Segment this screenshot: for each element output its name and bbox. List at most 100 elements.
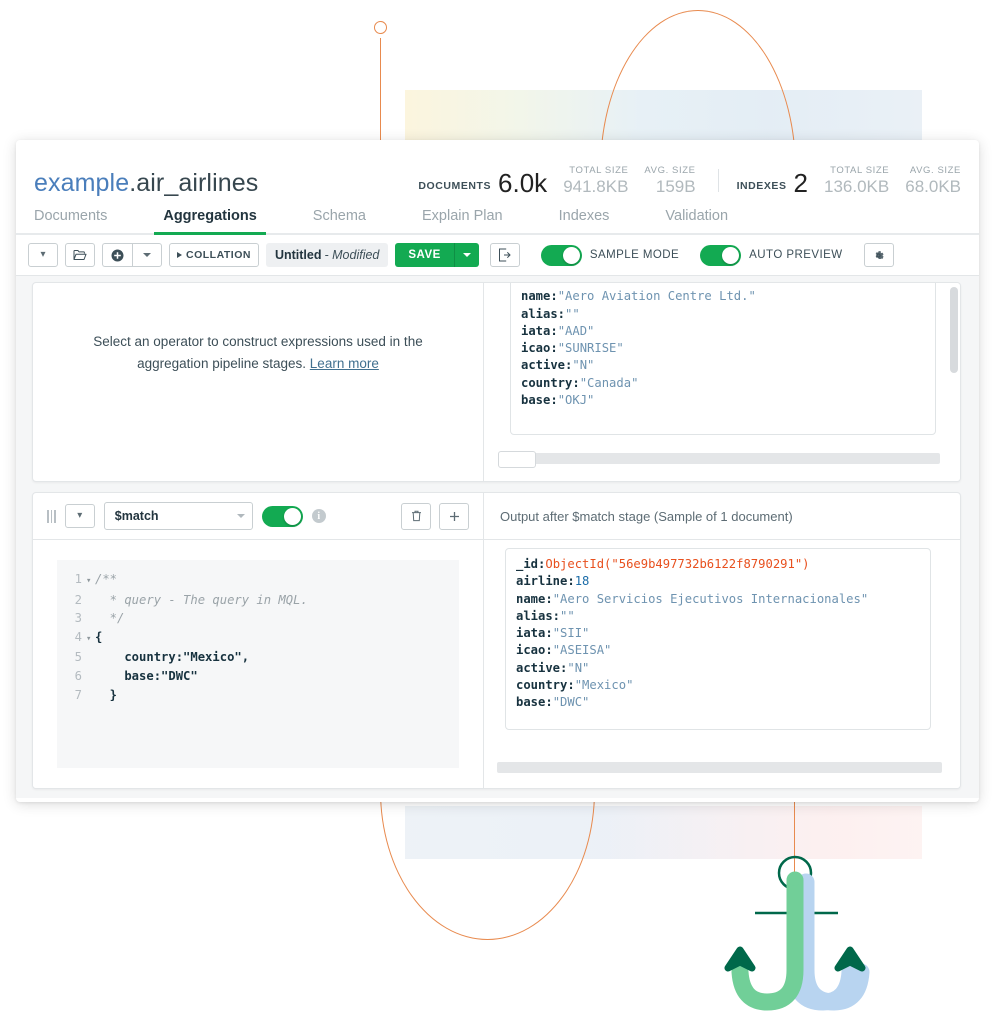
doc2-base-key: base: — [516, 695, 553, 710]
tab-explain-plan[interactable]: Explain Plan — [422, 204, 503, 233]
tab-indexes[interactable]: Indexes — [559, 204, 610, 233]
learn-more-link[interactable]: Learn more — [310, 356, 379, 371]
add-stage-button[interactable] — [439, 502, 469, 530]
doc2-name-value: "Aero Servicios Ejecutivos Internacional… — [552, 591, 869, 606]
export-pipeline-button[interactable] — [489, 243, 520, 267]
toggle-knob — [722, 246, 740, 264]
app-header: example.air_airlines DOCUMENTS 6.0k TOTA… — [16, 140, 979, 204]
orange-circle-icon — [374, 21, 387, 34]
stage-card-operator-select: Select an operator to construct expressi… — [32, 282, 961, 482]
orange-vertical-line-bottom — [794, 790, 796, 875]
indexes-value: 2 — [793, 168, 808, 199]
chevron-down-icon: ▾ — [77, 510, 83, 521]
info-icon[interactable]: i — [311, 509, 326, 523]
documents-value: 6.0k — [498, 168, 548, 199]
preview-1-vscrollbar-thumb[interactable] — [950, 287, 958, 373]
save-dropdown-button[interactable] — [453, 243, 479, 267]
doc2-active-value: "N" — [567, 660, 590, 675]
doc1-base-key: base: — [521, 393, 558, 408]
namespace-title: example.air_airlines — [34, 169, 258, 204]
chevron-down-icon — [236, 514, 245, 518]
doc1-name-value: "Aero Aviation Centre Ltd." — [557, 289, 756, 304]
indexes-total-size-value: 136.0KB — [824, 177, 890, 196]
settings-button[interactable] — [863, 243, 894, 267]
trash-icon — [411, 510, 421, 522]
sample-mode-control: SAMPLE MODE — [540, 244, 680, 266]
doc2-alias-value: "" — [560, 608, 575, 623]
plus-circle-icon — [111, 249, 124, 261]
preview-1-hscrollbar-thumb[interactable] — [498, 451, 536, 468]
doc2-country-value: "Mexico" — [574, 678, 634, 693]
stage-operator-select[interactable]: $match — [103, 502, 253, 530]
doc1-active-value: "N" — [572, 358, 595, 373]
doc2-iata-value: "SII" — [552, 626, 590, 641]
line-number: 3 — [74, 611, 82, 626]
collation-button[interactable]: COLLATION — [169, 243, 259, 267]
collation-label: COLLATION — [186, 249, 251, 261]
auto-preview-label: AUTO PREVIEW — [749, 249, 843, 261]
doc1-alias-value: "" — [565, 306, 580, 321]
stage-enabled-toggle[interactable] — [261, 505, 303, 527]
open-saved-pipelines-button[interactable] — [65, 243, 95, 267]
operator-select-pane: Select an operator to construct expressi… — [33, 283, 484, 481]
caret-right-icon — [177, 252, 182, 258]
sample-mode-toggle[interactable] — [540, 244, 582, 266]
doc1-base-value: "OKJ" — [557, 393, 595, 408]
folder-open-icon — [73, 250, 87, 260]
aggregation-toolbar: ▾ COLLATION Untitled - Modified SAVE SAM… — [16, 235, 979, 276]
editor-line-text: /** — [95, 572, 118, 586]
delete-stage-button[interactable] — [401, 502, 431, 530]
doc2-airline-value: 18 — [574, 574, 590, 589]
doc2-alias-key: alias: — [516, 608, 561, 623]
tab-schema[interactable]: Schema — [313, 204, 366, 233]
toggle-knob — [562, 246, 580, 264]
doc1-country-key: country: — [521, 375, 580, 390]
doc1-airline-key: airline: — [521, 283, 580, 286]
stage-collapse-button[interactable]: ▾ — [64, 504, 95, 528]
fold-arrow-icon[interactable]: ▾ — [86, 572, 95, 591]
new-pipeline-button[interactable] — [102, 243, 132, 267]
pipeline-name-value: Untitled — [274, 248, 322, 262]
doc1-name-key: name: — [521, 289, 558, 304]
editor-line-text: } — [95, 687, 118, 702]
doc2-icao-value: "ASEISA" — [552, 643, 612, 658]
pipeline-name-field[interactable]: Untitled - Modified — [265, 243, 389, 267]
doc1-airline-value: 17 — [580, 283, 595, 286]
sample-mode-label: SAMPLE MODE — [589, 249, 680, 261]
new-pipeline-dropdown-button[interactable] — [132, 243, 162, 267]
toggle-pipeline-collapse-button[interactable]: ▾ — [28, 243, 58, 267]
tab-validation[interactable]: Validation — [665, 204, 728, 233]
tab-aggregations[interactable]: Aggregations — [154, 204, 267, 235]
doc1-icao-key: icao: — [521, 341, 558, 356]
stage-actions — [401, 502, 469, 530]
documents-avg-size-label: AVG. SIZE — [644, 165, 696, 176]
doc1-alias-key: alias: — [521, 306, 566, 321]
documents-stat-group: DOCUMENTS 6.0k TOTAL SIZE 941.8KB AVG. S… — [418, 165, 695, 196]
save-button[interactable]: SAVE — [395, 243, 454, 267]
fold-arrow-icon[interactable]: ▾ — [86, 630, 95, 649]
auto-preview-control: AUTO PREVIEW — [700, 244, 843, 266]
doc1-country-value: "Canada" — [579, 375, 639, 390]
documents-total-size-label: TOTAL SIZE — [569, 165, 629, 176]
documents-label: DOCUMENTS — [418, 180, 492, 192]
stage-query-editor[interactable]: 1 ▾/** 2 * query - The query in MQL. 3 */… — [57, 560, 459, 768]
preview-2-hscrollbar-track[interactable] — [497, 762, 942, 773]
stage-body: 1 ▾/** 2 * query - The query in MQL. 3 */… — [33, 540, 960, 788]
chevron-down-icon: ▾ — [40, 249, 46, 260]
drag-handle-icon[interactable] — [47, 509, 56, 523]
toggle-knob — [283, 507, 301, 525]
indexes-avg-size: AVG. SIZE 68.0KB — [905, 165, 961, 196]
doc1-active-key: active: — [521, 358, 573, 373]
indexes-total-size: TOTAL SIZE 136.0KB — [824, 165, 889, 196]
tab-documents[interactable]: Documents — [34, 204, 107, 233]
doc2-country-key: country: — [516, 678, 575, 693]
stage-header: ▾ $match i Output after $match stage (Sa… — [33, 493, 960, 540]
indexes-label: INDEXES — [736, 180, 787, 192]
indexes-avg-size-value: 68.0KB — [905, 177, 961, 196]
stats-divider — [717, 169, 719, 192]
stage-card-match: ▾ $match i Output after $match stage (Sa… — [32, 492, 961, 789]
auto-preview-toggle[interactable] — [700, 244, 742, 266]
new-pipeline-group — [102, 243, 162, 267]
doc2-airline-key: airline: — [516, 574, 575, 589]
preview-1-hscrollbar-track[interactable] — [498, 451, 940, 468]
